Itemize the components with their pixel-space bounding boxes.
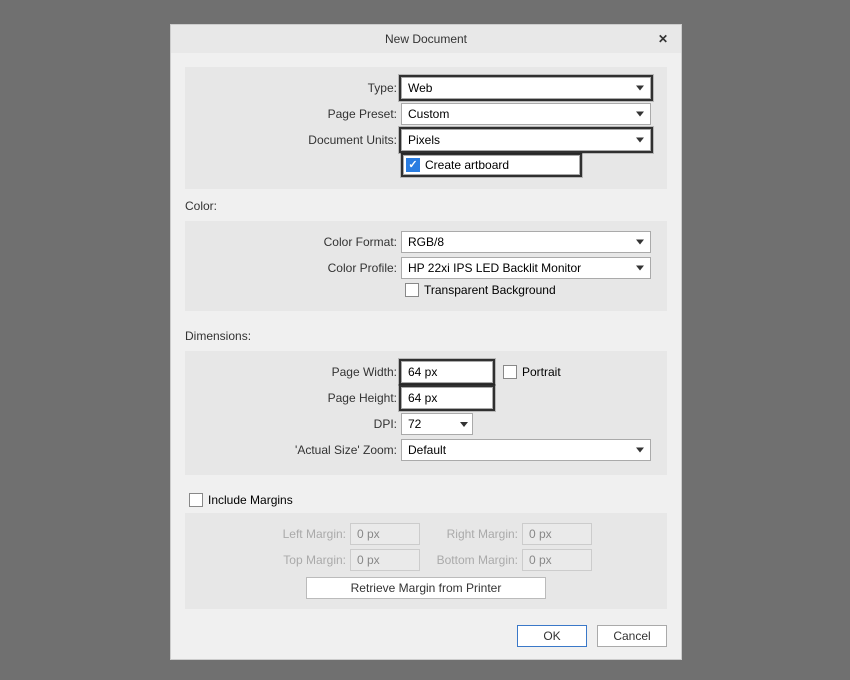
chevron-down-icon	[636, 112, 644, 117]
close-button[interactable]: ✕	[653, 29, 673, 49]
color-profile-label: Color Profile:	[195, 261, 401, 275]
page-preset-label: Page Preset:	[195, 107, 401, 121]
include-margins-label: Include Margins	[208, 493, 293, 507]
section-dimensions-header: Dimensions: Page Width: 64 px Portrait P…	[185, 329, 667, 483]
page-preset-dropdown[interactable]: Custom	[401, 103, 651, 125]
type-dropdown[interactable]: Web	[401, 77, 651, 99]
chevron-down-icon	[636, 266, 644, 271]
document-units-value: Pixels	[408, 133, 440, 147]
top-margin-label: Top Margin:	[260, 553, 350, 567]
dimensions-section-label: Dimensions:	[185, 329, 667, 343]
cancel-button[interactable]: Cancel	[597, 625, 667, 647]
actual-size-zoom-dropdown[interactable]: Default	[401, 439, 651, 461]
chevron-down-icon	[636, 448, 644, 453]
page-height-input[interactable]: 64 px	[401, 387, 493, 409]
include-margins-row[interactable]: Include Margins	[185, 493, 667, 507]
include-margins-checkbox[interactable]	[189, 493, 203, 507]
type-label: Type:	[195, 81, 401, 95]
page-width-label: Page Width:	[195, 365, 401, 379]
color-section-label: Color:	[185, 199, 667, 213]
dialog-content: Type: Web Page Preset: Custom Document U…	[171, 53, 681, 619]
dpi-value: 72	[408, 417, 421, 431]
color-profile-dropdown[interactable]: HP 22xi IPS LED Backlit Monitor	[401, 257, 651, 279]
type-value: Web	[408, 81, 432, 95]
create-artboard-checkbox[interactable]	[406, 158, 420, 172]
create-artboard-label: Create artboard	[425, 158, 509, 172]
create-artboard-row[interactable]: Create artboard	[403, 155, 580, 175]
actual-size-zoom-value: Default	[408, 443, 446, 457]
chevron-down-icon	[460, 422, 468, 427]
page-preset-value: Custom	[408, 107, 449, 121]
portrait-checkbox[interactable]	[503, 365, 517, 379]
page-width-input[interactable]: 64 px	[401, 361, 493, 383]
color-format-label: Color Format:	[195, 235, 401, 249]
transparent-bg-checkbox[interactable]	[405, 283, 419, 297]
color-format-value: RGB/8	[408, 235, 444, 249]
portrait-label: Portrait	[522, 365, 561, 379]
dpi-dropdown-button[interactable]	[455, 413, 473, 435]
transparent-bg-row[interactable]: Transparent Background	[405, 283, 657, 297]
left-margin-input[interactable]: 0 px	[350, 523, 420, 545]
section-type: Type: Web Page Preset: Custom Document U…	[185, 67, 667, 189]
bottom-margin-label: Bottom Margin:	[432, 553, 522, 567]
document-units-dropdown[interactable]: Pixels	[401, 129, 651, 151]
new-document-dialog: New Document ✕ Type: Web Page Preset: Cu…	[170, 24, 682, 660]
close-icon: ✕	[658, 32, 668, 46]
right-margin-label: Right Margin:	[432, 527, 522, 541]
dpi-input[interactable]: 72	[401, 413, 473, 435]
dialog-footer: OK Cancel	[171, 619, 681, 659]
dialog-title: New Document	[385, 32, 467, 46]
page-width-value: 64 px	[408, 365, 437, 379]
ok-button[interactable]: OK	[517, 625, 587, 647]
top-margin-input[interactable]: 0 px	[350, 549, 420, 571]
titlebar: New Document ✕	[171, 25, 681, 53]
chevron-down-icon	[636, 86, 644, 91]
transparent-bg-label: Transparent Background	[424, 283, 556, 297]
page-height-value: 64 px	[408, 391, 437, 405]
section-color-header: Color: Color Format: RGB/8 Color Profile…	[185, 199, 667, 319]
bottom-margin-input[interactable]: 0 px	[522, 549, 592, 571]
dpi-label: DPI:	[195, 417, 401, 431]
color-profile-value: HP 22xi IPS LED Backlit Monitor	[408, 261, 581, 275]
chevron-down-icon	[636, 138, 644, 143]
page-height-label: Page Height:	[195, 391, 401, 405]
left-margin-label: Left Margin:	[260, 527, 350, 541]
color-format-dropdown[interactable]: RGB/8	[401, 231, 651, 253]
document-units-label: Document Units:	[195, 133, 401, 147]
right-margin-input[interactable]: 0 px	[522, 523, 592, 545]
retrieve-margin-button[interactable]: Retrieve Margin from Printer	[306, 577, 546, 599]
margins-group: Left Margin: 0 px Right Margin: 0 px Top…	[185, 513, 667, 609]
chevron-down-icon	[636, 240, 644, 245]
actual-size-zoom-label: 'Actual Size' Zoom:	[195, 443, 401, 457]
